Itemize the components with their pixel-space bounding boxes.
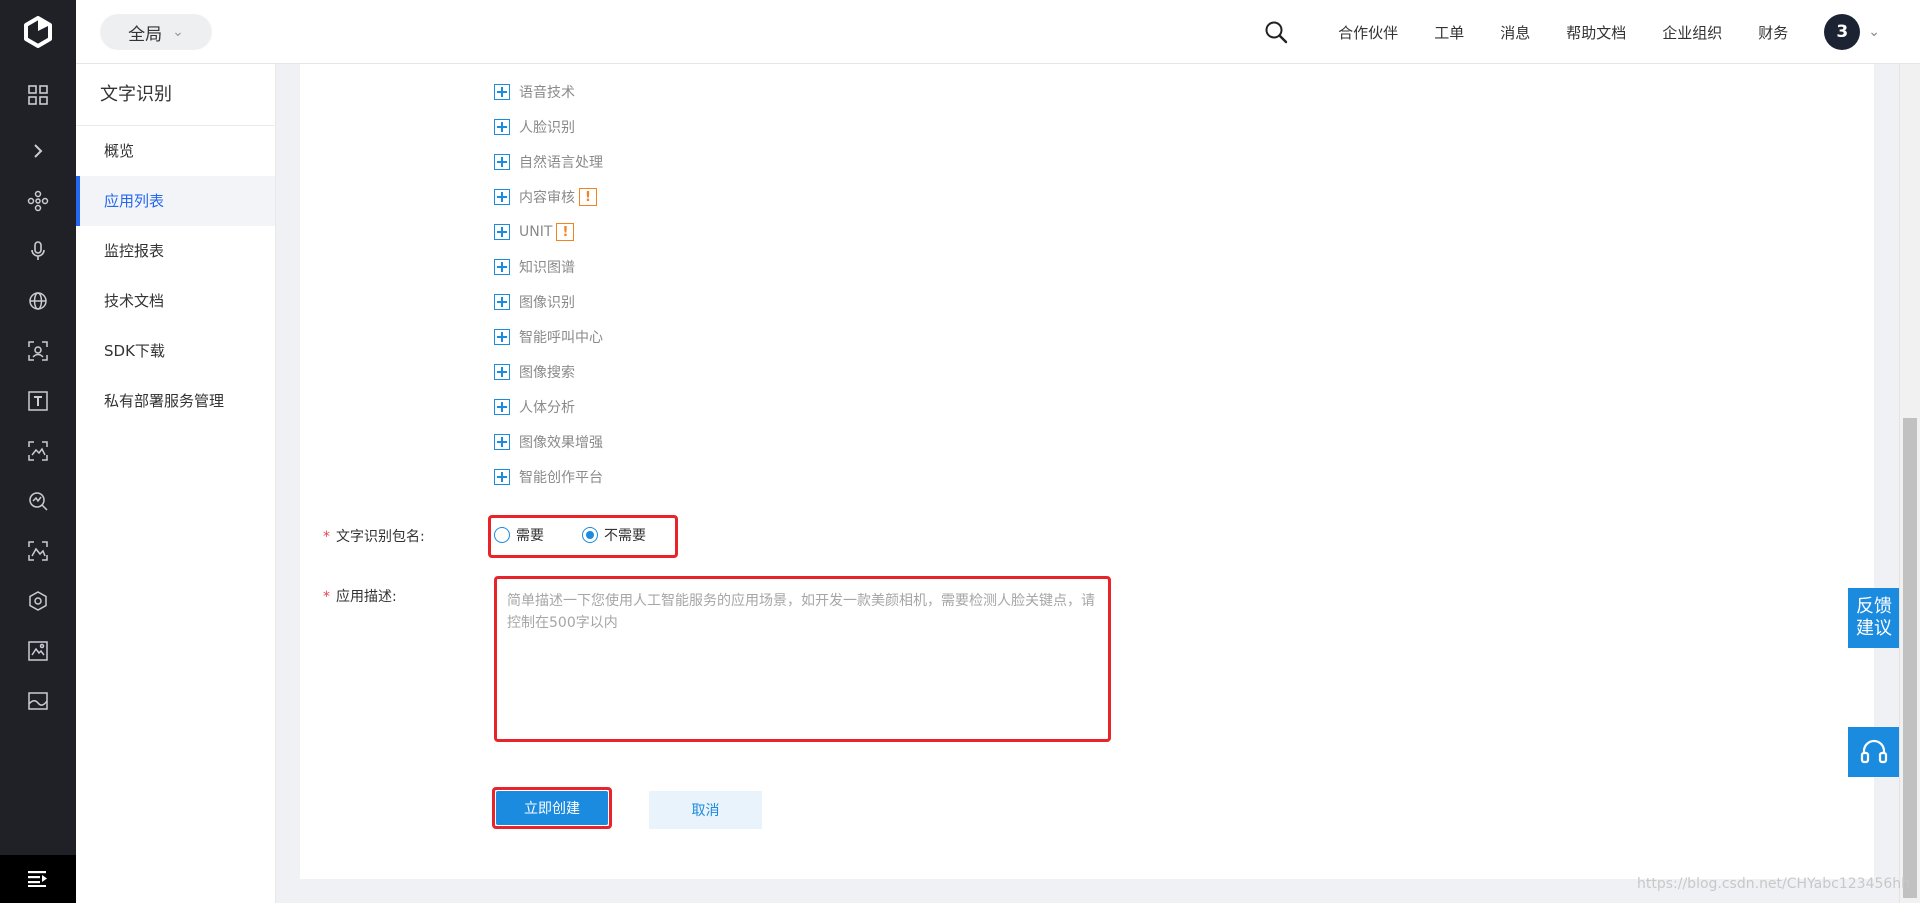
support-headset-button[interactable]	[1848, 727, 1900, 777]
sidebar-item-app-list[interactable]: 应用列表	[76, 176, 275, 226]
tree-item-label: 语音技术	[519, 85, 575, 101]
radio-not-need-label: 不需要	[604, 528, 646, 544]
tree-item-label: 图像识别	[519, 295, 575, 311]
create-now-button[interactable]: 立即创建	[496, 791, 608, 825]
app-description-label-text: 应用描述:	[336, 589, 397, 605]
logo-icon[interactable]	[0, 0, 76, 64]
nav-messages[interactable]: 消息	[1500, 22, 1530, 43]
radio-option-not-need[interactable]: 不需要	[582, 525, 646, 545]
tree-item[interactable]: 图像识别	[494, 292, 575, 312]
expand-plus-icon[interactable]	[494, 224, 510, 240]
tree-item-label: 图像搜索	[519, 365, 575, 381]
sidebar-item-tech-docs[interactable]: 技术文档	[76, 276, 275, 326]
chevron-right-icon[interactable]	[0, 136, 76, 166]
tree-item[interactable]: 人体分析	[494, 397, 575, 417]
tree-item[interactable]: 智能呼叫中心	[494, 327, 603, 347]
tree-item-label: UNIT	[519, 224, 553, 240]
tree-item[interactable]: 智能创作平台	[494, 467, 603, 487]
image-scan-icon[interactable]	[0, 436, 76, 466]
expand-plus-icon[interactable]	[494, 399, 510, 415]
top-bar: 全局 ⌄ 合作伙伴 工单 消息 帮助文档 企业组织 财务 3 ⌄	[0, 0, 1920, 64]
sidebar-item-sdk-download[interactable]: SDK下载	[76, 326, 275, 376]
cancel-button[interactable]: 取消	[649, 791, 762, 829]
warning-icon[interactable]: !	[556, 223, 575, 241]
tree-item[interactable]: 知识图谱	[494, 257, 575, 277]
tree-item-label: 图像效果增强	[519, 435, 603, 451]
top-nav: 合作伙伴 工单 消息 帮助文档 企业组织 财务 3 ⌄	[1264, 0, 1880, 64]
image-search-icon[interactable]	[0, 536, 76, 566]
tree-item-label: 智能呼叫中心	[519, 330, 603, 346]
tree-item-label: 人体分析	[519, 400, 575, 416]
expand-plus-icon[interactable]	[494, 329, 510, 345]
avatar[interactable]: 3	[1824, 14, 1861, 50]
scope-selector[interactable]: 全局 ⌄	[100, 14, 212, 50]
face-scan-icon[interactable]	[0, 336, 76, 366]
expand-plus-icon[interactable]	[494, 189, 510, 205]
globe-icon[interactable]	[0, 286, 76, 316]
expand-plus-icon[interactable]	[494, 259, 510, 275]
chevron-down-icon: ⌄	[172, 24, 184, 40]
package-name-label: * 文字识别包名:	[323, 526, 425, 546]
sidebar-item-monitor-report[interactable]: 监控报表	[76, 226, 275, 276]
microphone-icon[interactable]	[0, 236, 76, 266]
tree-item[interactable]: 自然语言处理	[494, 152, 603, 172]
image-icon[interactable]	[0, 686, 76, 716]
tree-item[interactable]: 语音技术	[494, 82, 575, 102]
package-name-radio-group: 需要 不需要	[494, 525, 684, 545]
scrollbar-thumb[interactable]	[1903, 418, 1917, 898]
page-scrollbar[interactable]	[1899, 64, 1920, 903]
radio-option-need[interactable]: 需要	[494, 525, 544, 545]
tree-item-label: 知识图谱	[519, 260, 575, 276]
image-enhance-icon[interactable]	[0, 636, 76, 666]
watermark: https://blog.csdn.net/CHYabc123456hh	[1637, 876, 1911, 892]
product-sidebar: 文字识别 概览 应用列表 监控报表 技术文档 SDK下载 私有部署服务管理	[76, 64, 276, 903]
app-description-textarea[interactable]	[499, 582, 1105, 737]
expand-plus-icon[interactable]	[494, 364, 510, 380]
chevron-down-icon[interactable]: ⌄	[1868, 24, 1880, 40]
tree-item-label: 内容审核	[519, 190, 575, 206]
cube-icon[interactable]	[0, 586, 76, 616]
radio-need-label: 需要	[516, 528, 544, 544]
text-recognition-icon[interactable]	[0, 386, 76, 416]
scope-label: 全局	[128, 24, 163, 45]
required-mark: *	[323, 589, 330, 605]
app-description-label: * 应用描述:	[323, 586, 397, 606]
radio-need[interactable]	[494, 527, 510, 543]
nav-partners[interactable]: 合作伙伴	[1338, 22, 1398, 43]
nav-help-docs[interactable]: 帮助文档	[1566, 22, 1626, 43]
feedback-label: 反馈建议	[1856, 596, 1892, 639]
nav-finance[interactable]: 财务	[1758, 22, 1788, 43]
expand-plus-icon[interactable]	[494, 119, 510, 135]
search-icon[interactable]	[1264, 20, 1288, 44]
nav-organization[interactable]: 企业组织	[1662, 22, 1722, 43]
tree-item[interactable]: 内容审核 !	[494, 187, 597, 207]
left-icon-rail	[0, 64, 76, 903]
sidebar-item-overview[interactable]: 概览	[76, 126, 275, 176]
expand-plus-icon[interactable]	[494, 154, 510, 170]
sidebar-title: 文字识别	[76, 64, 275, 126]
expand-plus-icon[interactable]	[494, 84, 510, 100]
expand-plus-icon[interactable]	[494, 294, 510, 310]
analysis-icon[interactable]	[0, 486, 76, 516]
warning-icon[interactable]: !	[579, 188, 597, 206]
radio-not-need[interactable]	[582, 527, 598, 543]
tree-item[interactable]: UNIT !	[494, 222, 575, 242]
tree-item[interactable]: 人脸识别	[494, 117, 575, 137]
sidebar-item-private-deploy[interactable]: 私有部署服务管理	[76, 376, 275, 426]
expand-plus-icon[interactable]	[494, 469, 510, 485]
grid-icon[interactable]	[0, 80, 76, 110]
nodes-icon[interactable]	[0, 186, 76, 216]
required-mark: *	[323, 529, 330, 545]
package-name-label-text: 文字识别包名:	[336, 529, 425, 545]
expand-plus-icon[interactable]	[494, 434, 510, 450]
menu-icon[interactable]	[0, 855, 76, 903]
nav-tickets[interactable]: 工单	[1434, 22, 1464, 43]
tree-item-label: 人脸识别	[519, 120, 575, 136]
feedback-button[interactable]: 反馈建议	[1848, 588, 1900, 648]
headset-icon	[1860, 739, 1888, 764]
tree-item[interactable]: 图像效果增强	[494, 432, 603, 452]
tree-item-label: 智能创作平台	[519, 470, 603, 486]
tree-item[interactable]: 图像搜索	[494, 362, 575, 382]
tree-item-label: 自然语言处理	[519, 155, 603, 171]
